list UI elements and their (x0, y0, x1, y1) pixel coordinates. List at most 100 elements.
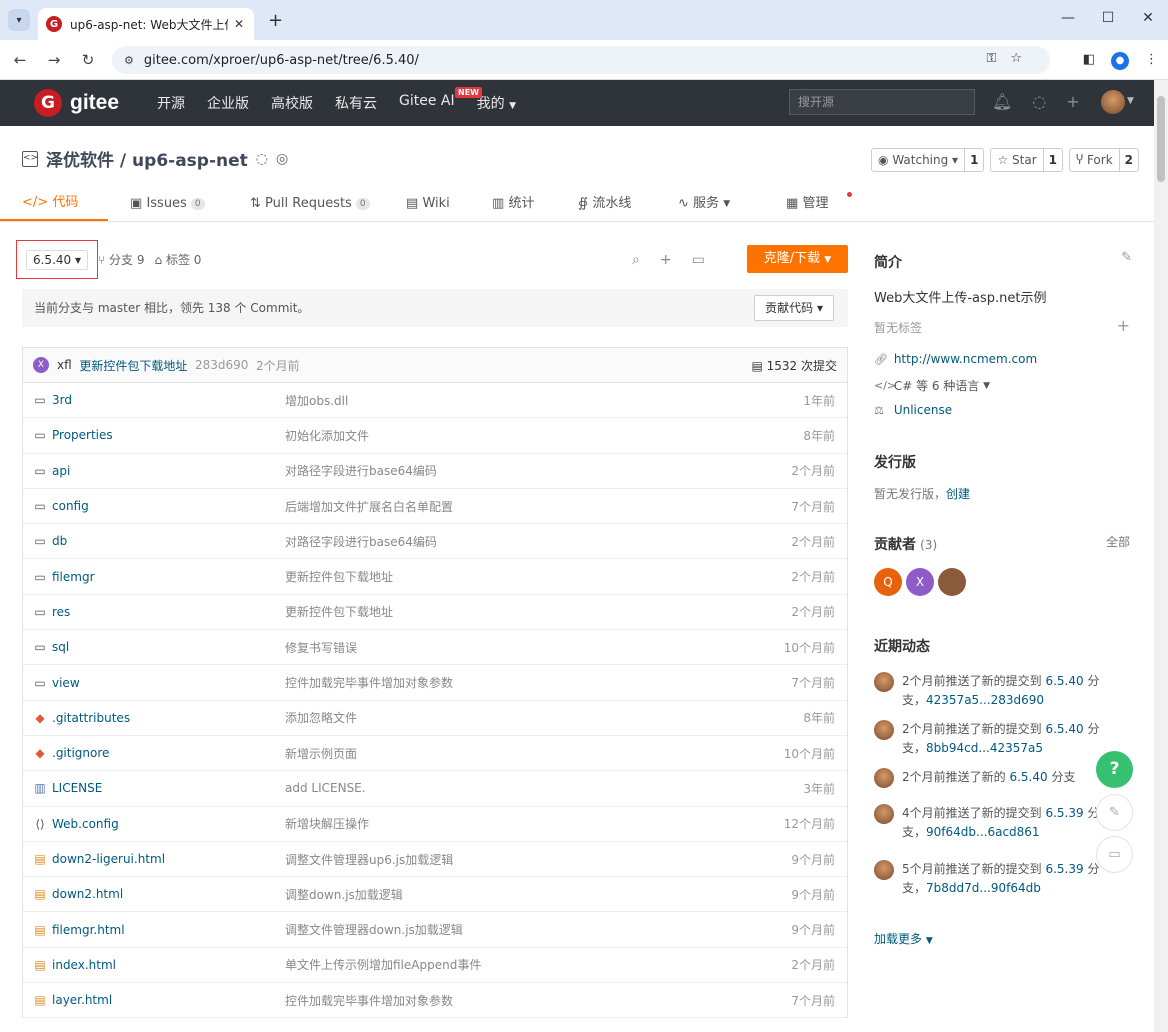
file-name-link[interactable]: db (52, 534, 67, 548)
file-name-link[interactable]: filemgr (52, 570, 95, 584)
back-icon[interactable]: ← (6, 51, 34, 69)
recommend-icon[interactable]: ◎ (276, 151, 288, 167)
site-settings-icon[interactable]: ⚙ (124, 54, 134, 67)
contribute-button[interactable]: 贡献代码 ▾ (754, 295, 834, 321)
homepage-link[interactable]: http://www.ncmem.com (894, 352, 1037, 366)
tab-issues[interactable]: ▣ Issues 0 (130, 186, 250, 221)
file-row[interactable]: ▭ 3rd 增加obs.dll 1年前 (23, 383, 847, 419)
activity-avatar[interactable] (874, 860, 894, 880)
file-name-link[interactable]: filemgr.html (52, 923, 125, 937)
forward-icon[interactable]: → (40, 51, 68, 69)
new-tab-icon[interactable]: + (268, 10, 283, 31)
plus-icon[interactable]: + (1066, 92, 1079, 111)
file-commit-message[interactable]: 后端增加文件扩展名白名单配置 (285, 498, 453, 515)
page-scrollbar[interactable] (1154, 80, 1168, 1032)
url-text[interactable]: gitee.com/xproer/up6-asp-net/tree/6.5.40… (144, 53, 419, 68)
tab-wiki[interactable]: ▤ Wiki (406, 186, 492, 221)
file-commit-message[interactable]: 更新控件包下载地址 (285, 568, 393, 585)
file-commit-message[interactable]: 调整文件管理器up6.js加载逻辑 (285, 851, 453, 868)
activity-range-link[interactable]: 8bb94cd...42357a5 (926, 741, 1043, 755)
tab-code[interactable]: </> 代码 (0, 186, 108, 221)
menu-enterprise[interactable]: 企业版 (207, 93, 249, 113)
file-commit-message[interactable]: 对路径字段进行base64编码 (285, 462, 437, 479)
file-row[interactable]: ▭ filemgr 更新控件包下载地址 2个月前 (23, 559, 847, 595)
activity-range-link[interactable]: 7b8dd7d...90f64db (926, 881, 1041, 895)
file-commit-message[interactable]: 对路径字段进行base64编码 (285, 533, 437, 550)
activity-avatar[interactable] (874, 768, 894, 788)
file-name-link[interactable]: config (52, 499, 89, 513)
file-row[interactable]: ▤ layer.html 控件加载完毕事件增加对象参数 7个月前 (23, 983, 847, 1019)
file-name-link[interactable]: .gitattributes (52, 711, 130, 725)
file-row[interactable]: ▭ api 对路径字段进行base64编码 2个月前 (23, 454, 847, 489)
file-row[interactable]: ▭ Properties 初始化添加文件 8年前 (23, 418, 847, 454)
file-name-link[interactable]: .gitignore (52, 746, 109, 760)
tab-search-icon[interactable]: ▾ (8, 9, 30, 31)
menu-private-cloud[interactable]: 私有云 (335, 93, 377, 113)
file-name-link[interactable]: sql (52, 640, 69, 654)
user-avatar[interactable] (1101, 90, 1125, 114)
tab-pipeline[interactable]: ∯ 流水线 (578, 186, 678, 221)
file-row[interactable]: ▤ index.html 单文件上传示例增加fileAppend事件 2个月前 (23, 948, 847, 984)
file-commit-message[interactable]: 调整文件管理器down.js加载逻辑 (285, 921, 463, 938)
tab-services[interactable]: ∿ 服务 ▼ (678, 186, 786, 221)
file-row[interactable]: ▥ LICENSE add LICENSE. 3年前 (23, 771, 847, 807)
activity-branch-link[interactable]: 6.5.40 (1045, 674, 1083, 688)
lightbulb-icon[interactable]: ◌ (1032, 92, 1046, 111)
file-name-link[interactable]: 3rd (52, 393, 72, 407)
author-avatar[interactable]: X (33, 357, 49, 373)
contributor-avatar[interactable]: X (906, 568, 934, 596)
menu-dots-icon[interactable]: ⋮ (1145, 52, 1158, 70)
webide-icon[interactable]: ▭ (692, 252, 705, 268)
side-panel-icon[interactable]: ◧ (1083, 52, 1095, 70)
menu-education[interactable]: 高校版 (271, 93, 313, 113)
star-button[interactable]: ☆ Star 1 (990, 148, 1063, 172)
file-name-link[interactable]: index.html (52, 958, 116, 972)
file-row[interactable]: ▤ down2.html 调整down.js加载逻辑 9个月前 (23, 877, 847, 913)
profile-icon[interactable]: ● (1111, 52, 1129, 70)
scrollbar-thumb[interactable] (1157, 96, 1165, 182)
activity-range-link[interactable]: 42357a5...283d690 (926, 693, 1044, 707)
file-row[interactable]: ◆ .gitignore 新增示例页面 10个月前 (23, 736, 847, 772)
chat-icon[interactable]: ▭ (1096, 836, 1133, 873)
activity-branch-link[interactable]: 6.5.40 (1045, 722, 1083, 736)
commit-count[interactable]: ▤ 1532 次提交 (751, 357, 837, 374)
commit-author[interactable]: xfl (57, 358, 72, 372)
file-name-link[interactable]: Properties (52, 428, 113, 442)
file-commit-message[interactable]: 控件加载完毕事件增加对象参数 (285, 674, 453, 691)
activity-branch-link[interactable]: 6.5.39 (1045, 806, 1083, 820)
clone-download-button[interactable]: 克隆/下载 ▼ (747, 245, 848, 273)
file-row[interactable]: ▭ db 对路径字段进行base64编码 2个月前 (23, 524, 847, 560)
activity-branch-link[interactable]: 6.5.39 (1045, 862, 1083, 876)
menu-mine[interactable]: 我的 ▼ (477, 93, 516, 113)
repo-name[interactable]: 泽优软件 / up6-asp-net (46, 146, 248, 171)
languages-row[interactable]: </> C# 等 6 种语言 ▼ (874, 377, 990, 394)
tab-manage[interactable]: ▦ 管理 (786, 186, 852, 221)
menu-opensource[interactable]: 开源 (157, 93, 185, 113)
url-bar[interactable]: ⚙ gitee.com/xproer/up6-asp-net/tree/6.5.… (112, 46, 1050, 74)
file-commit-message[interactable]: add LICENSE. (285, 781, 366, 795)
tags-link[interactable]: ⌂ 标签 0 (154, 251, 201, 268)
branch-selector[interactable]: 6.5.40 ▾ (25, 249, 88, 270)
close-window-icon[interactable]: ✕ (1128, 0, 1168, 36)
watching-button[interactable]: ◉ Watching ▾ 1 (871, 148, 985, 172)
file-name-link[interactable]: down2-ligerui.html (52, 852, 165, 866)
add-file-icon[interactable]: + (660, 252, 672, 268)
maximize-icon[interactable]: ☐ (1088, 0, 1128, 36)
edit-icon[interactable]: ✎ (1121, 250, 1132, 265)
file-name-link[interactable]: down2.html (52, 887, 123, 901)
commit-message[interactable]: 更新控件包下载地址 (79, 357, 187, 374)
contributor-avatar[interactable] (938, 568, 966, 596)
notification-bell-icon[interactable]: 🔔︎ (992, 92, 1012, 111)
activity-range-link[interactable]: 90f64db...6acd861 (926, 825, 1040, 839)
gitee-search-input[interactable]: 搜开源 (789, 89, 975, 115)
file-name-link[interactable]: layer.html (52, 993, 112, 1007)
file-commit-message[interactable]: 新增示例页面 (285, 745, 357, 762)
tab-pull-requests[interactable]: ⇅ Pull Requests 0 (250, 186, 406, 221)
browser-tab[interactable]: G up6-asp-net: Web大文件上传 ✕ (38, 8, 254, 40)
commit-sha[interactable]: 283d690 (195, 358, 248, 372)
file-row[interactable]: ▭ view 控件加载完毕事件增加对象参数 7个月前 (23, 665, 847, 701)
load-more-link[interactable]: 加载更多 ▼ (874, 930, 933, 947)
menu-gitee-ai[interactable]: Gitee AI NEW (399, 87, 482, 113)
file-row[interactable]: ▭ config 后端增加文件扩展名白名单配置 7个月前 (23, 489, 847, 525)
file-name-link[interactable]: view (52, 676, 80, 690)
